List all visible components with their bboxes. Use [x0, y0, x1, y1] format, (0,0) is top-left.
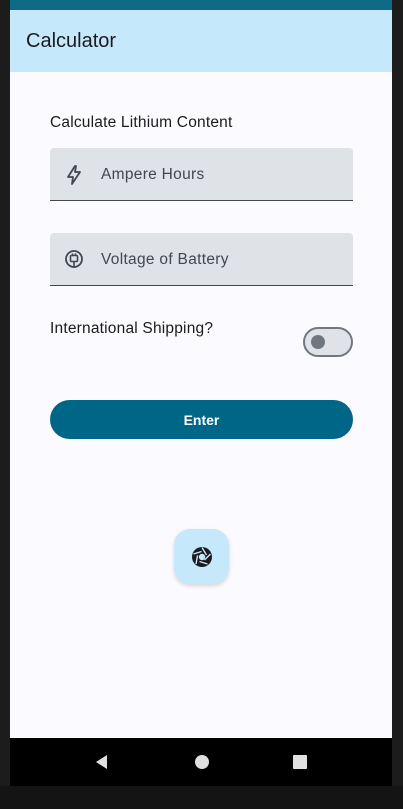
voltage-field[interactable]: Voltage of Battery	[50, 233, 353, 286]
voltage-placeholder: Voltage of Battery	[101, 251, 229, 268]
bolt-icon	[62, 163, 86, 187]
power-plug-icon	[62, 248, 86, 272]
international-shipping-switch[interactable]	[303, 327, 353, 357]
ampere-hours-field[interactable]: Ampere Hours	[50, 148, 353, 201]
camera-shutter-icon	[190, 545, 214, 569]
back-triangle-icon[interactable]	[90, 750, 114, 774]
home-circle-icon[interactable]	[190, 750, 214, 774]
enter-button[interactable]: Enter	[50, 400, 353, 439]
system-nav-bar	[10, 738, 392, 786]
recents-square-icon[interactable]	[288, 750, 312, 774]
device-frame: Calculator Calculate Lithium Content Amp…	[0, 0, 403, 809]
app-title: Calculator	[26, 30, 117, 52]
ampere-hours-placeholder: Ampere Hours	[101, 166, 205, 183]
section-label: Calculate Lithium Content	[50, 114, 233, 131]
top-app-bar: Calculator	[10, 10, 392, 72]
switch-thumb	[311, 335, 325, 349]
international-shipping-label: International Shipping?	[50, 320, 214, 337]
camera-fab[interactable]	[174, 529, 229, 584]
status-bar	[10, 0, 392, 10]
app-screen: Calculator Calculate Lithium Content Amp…	[10, 10, 392, 738]
device-bezel	[0, 786, 403, 809]
